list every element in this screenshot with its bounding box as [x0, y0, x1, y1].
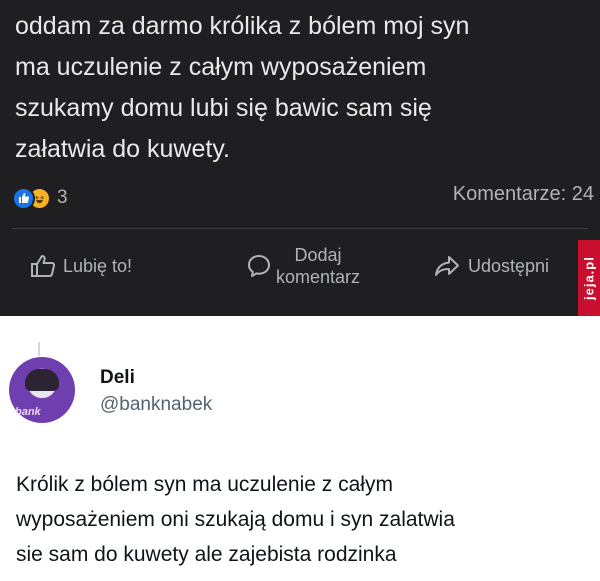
avatar-tag: bank [15, 406, 41, 418]
like-reaction-icon [12, 186, 35, 210]
watermark-logo: jeja.pl [578, 240, 600, 316]
thumbs-up-icon [31, 255, 56, 277]
tweet-text-line: wyposażeniem oni szukają domu i syn zala… [16, 508, 455, 531]
display-name[interactable]: Deli [100, 367, 135, 389]
comment-icon [248, 255, 270, 277]
comment-label-line1: Dodaj [294, 245, 342, 265]
comment-button[interactable]: Dodaj komentarz [246, 236, 360, 296]
post-text-line: oddam za darmo królika z bólem moj syn [15, 12, 470, 40]
like-label: Lubię to! [63, 255, 133, 276]
post-text-line: ma uczulenie z całym wyposażeniem [15, 53, 427, 81]
tweet-text-line: sie sam do kuwety ale zajebista rodzinka [16, 543, 397, 566]
facebook-post: oddam za darmo królika z bólem moj syn m… [0, 0, 600, 316]
tweet-text: Królik z bólem syn ma uczulenie z całym … [16, 467, 591, 572]
tweet: bank Deli @banknabek Królik z bólem syn … [0, 316, 600, 581]
post-text: oddam za darmo królika z bólem moj syn m… [15, 6, 590, 170]
avatar[interactable]: bank [9, 357, 75, 423]
user-handle[interactable]: @banknabek [100, 394, 212, 416]
comments-count[interactable]: Komentarze: 24 [453, 183, 594, 206]
post-text-line: załatwia do kuwety. [15, 135, 230, 163]
divider [12, 228, 588, 229]
thread-line [38, 342, 40, 356]
post-text-line: szukamy domu lubi się bawic sam się [15, 94, 432, 122]
reactions-summary[interactable]: 3 [12, 185, 68, 211]
share-button[interactable]: Udostępni [434, 236, 549, 296]
like-button[interactable]: Lubię to! [30, 236, 132, 296]
avatar-figure [25, 369, 59, 391]
comment-label-line2: komentarz [276, 267, 361, 287]
share-label: Udostępni [468, 255, 550, 276]
share-arrow-icon [435, 256, 459, 276]
tweet-text-line: Królik z bólem syn ma uczulenie z całym [16, 473, 393, 496]
reaction-count: 3 [57, 187, 68, 208]
